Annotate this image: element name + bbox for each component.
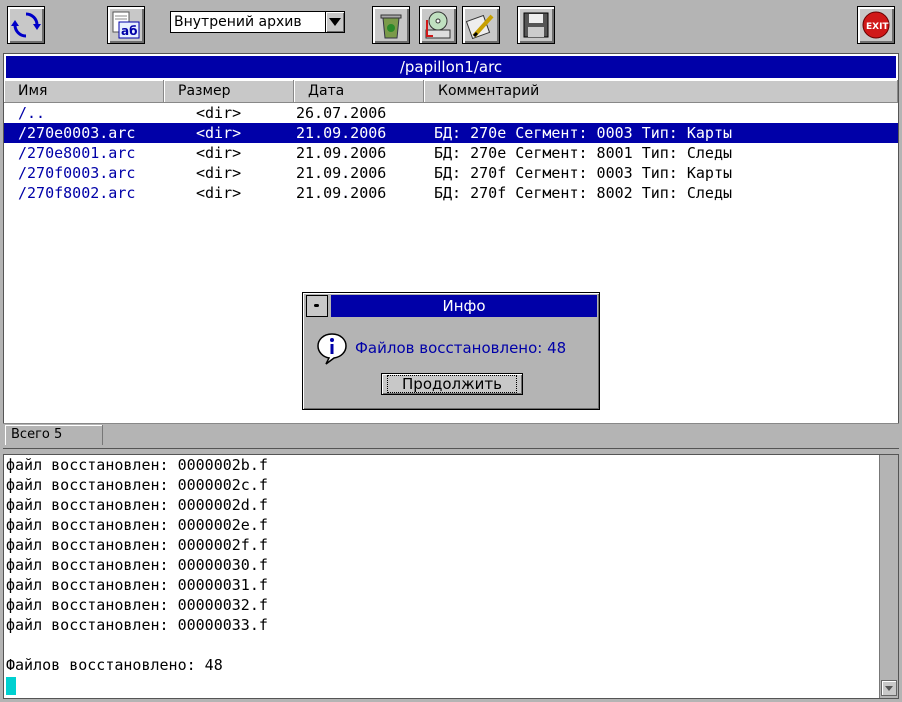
save-button[interactable] (517, 6, 555, 44)
chevron-down-icon[interactable] (325, 12, 344, 32)
file-date: 26.07.2006 (296, 104, 387, 122)
log-line: файл восстановлен: 00000031.f (6, 576, 268, 594)
delete-button[interactable] (372, 6, 410, 44)
log-lines: файл восстановлен: 0000002b.f файл восст… (4, 455, 898, 675)
file-name: /270e8001.arc (18, 144, 136, 162)
log-line: файл восстановлен: 0000002f.f (6, 536, 268, 554)
total-count: Всего 5 (5, 425, 103, 445)
edit-button[interactable] (462, 6, 500, 44)
column-size[interactable]: Размер (164, 80, 294, 102)
path-bar: /papillon1/arc (6, 56, 896, 78)
table-row[interactable]: /.. <dir> 26.07.2006 (4, 103, 898, 123)
dialog-menu-button[interactable] (306, 295, 328, 317)
file-size: <dir> (196, 144, 242, 162)
column-comment[interactable]: Комментарий (424, 80, 898, 102)
trash-icon (380, 14, 402, 39)
table-row[interactable]: /270f0003.arc <dir> 21.09.2006 БД: 270f … (4, 163, 898, 183)
file-name: /270f8002.arc (18, 184, 136, 202)
log-output[interactable]: файл восстановлен: 0000002b.f файл восст… (3, 454, 899, 699)
archive-select[interactable]: Внутрений архив (170, 11, 345, 33)
file-date: 21.09.2006 (296, 164, 387, 182)
log-line: файл восстановлен: 00000030.f (6, 556, 268, 574)
archive-select-value: Внутрений архив (174, 14, 302, 30)
file-size: <dir> (196, 184, 242, 202)
charset-button[interactable]: аб (107, 6, 145, 44)
file-size: <dir> (196, 104, 242, 122)
text-cursor (6, 677, 16, 695)
edit-icon (466, 14, 494, 40)
log-line: файл восстановлен: 00000033.f (6, 616, 268, 634)
font-button-label: аб (121, 24, 137, 38)
file-date: 21.09.2006 (296, 124, 387, 142)
file-date: 21.09.2006 (296, 184, 387, 202)
font-icon: аб (112, 11, 140, 39)
file-comment: БД: 270e Сегмент: 8001 Тип: Следы (434, 144, 733, 162)
restore-button[interactable] (419, 6, 457, 44)
log-line: файл восстановлен: 0000002e.f (6, 516, 268, 534)
log-line: файл восстановлен: 00000032.f (6, 596, 268, 614)
table-row[interactable]: /270f8002.arc <dir> 21.09.2006 БД: 270f … (4, 183, 898, 203)
file-size: <dir> (196, 124, 242, 142)
log-line: файл восстановлен: 0000002b.f (6, 456, 268, 474)
file-comment: БД: 270f Сегмент: 8002 Тип: Следы (434, 184, 733, 202)
file-comment: БД: 270e Сегмент: 0003 Тип: Карты (434, 124, 733, 142)
file-list: /.. <dir> 26.07.2006 /270e0003.arc <dir>… (4, 103, 898, 203)
continue-button[interactable]: Продолжить (381, 373, 523, 395)
log-line: файл восстановлен: 0000002d.f (6, 496, 268, 514)
file-name: /.. (18, 104, 46, 122)
file-date: 21.09.2006 (296, 144, 387, 162)
file-name: /270e0003.arc (18, 124, 136, 142)
file-name: /270f0003.arc (18, 164, 136, 182)
file-size: <dir> (196, 164, 242, 182)
toolbar: аб Внутрений архив EXIT (0, 0, 902, 52)
table-row[interactable]: /270e8001.arc <dir> 21.09.2006 БД: 270e … (4, 143, 898, 163)
floppy-icon (523, 12, 549, 38)
dialog-title: Инфо (331, 295, 597, 317)
table-row[interactable]: /270e0003.arc <dir> 21.09.2006 БД: 270e … (4, 123, 898, 143)
refresh-button[interactable] (7, 6, 45, 44)
log-line: файл восстановлен: 0000002c.f (6, 476, 268, 494)
status-bar: Всего 5 (3, 423, 899, 448)
log-scrollbar[interactable] (879, 455, 898, 698)
scroll-down-button[interactable] (881, 680, 897, 696)
exit-icon-label: EXIT (866, 22, 889, 32)
log-line: Файлов восстановлено: 48 (6, 656, 223, 674)
column-date[interactable]: Дата (294, 80, 424, 102)
exit-icon: EXIT (862, 11, 890, 39)
column-header: Имя Размер Дата Комментарий (4, 80, 898, 103)
refresh-icon (11, 12, 41, 38)
file-comment: БД: 270f Сегмент: 0003 Тип: Карты (434, 164, 733, 182)
column-name[interactable]: Имя (4, 80, 164, 102)
info-icon (317, 333, 347, 365)
exit-button[interactable]: EXIT (857, 6, 895, 44)
continue-button-label: Продолжить (387, 375, 517, 393)
info-dialog: Инфо Файлов восстановлено: 48 Продолжить (302, 292, 600, 410)
dialog-message: Файлов восстановлено: 48 (355, 339, 567, 357)
disk-restore-icon (425, 11, 451, 39)
